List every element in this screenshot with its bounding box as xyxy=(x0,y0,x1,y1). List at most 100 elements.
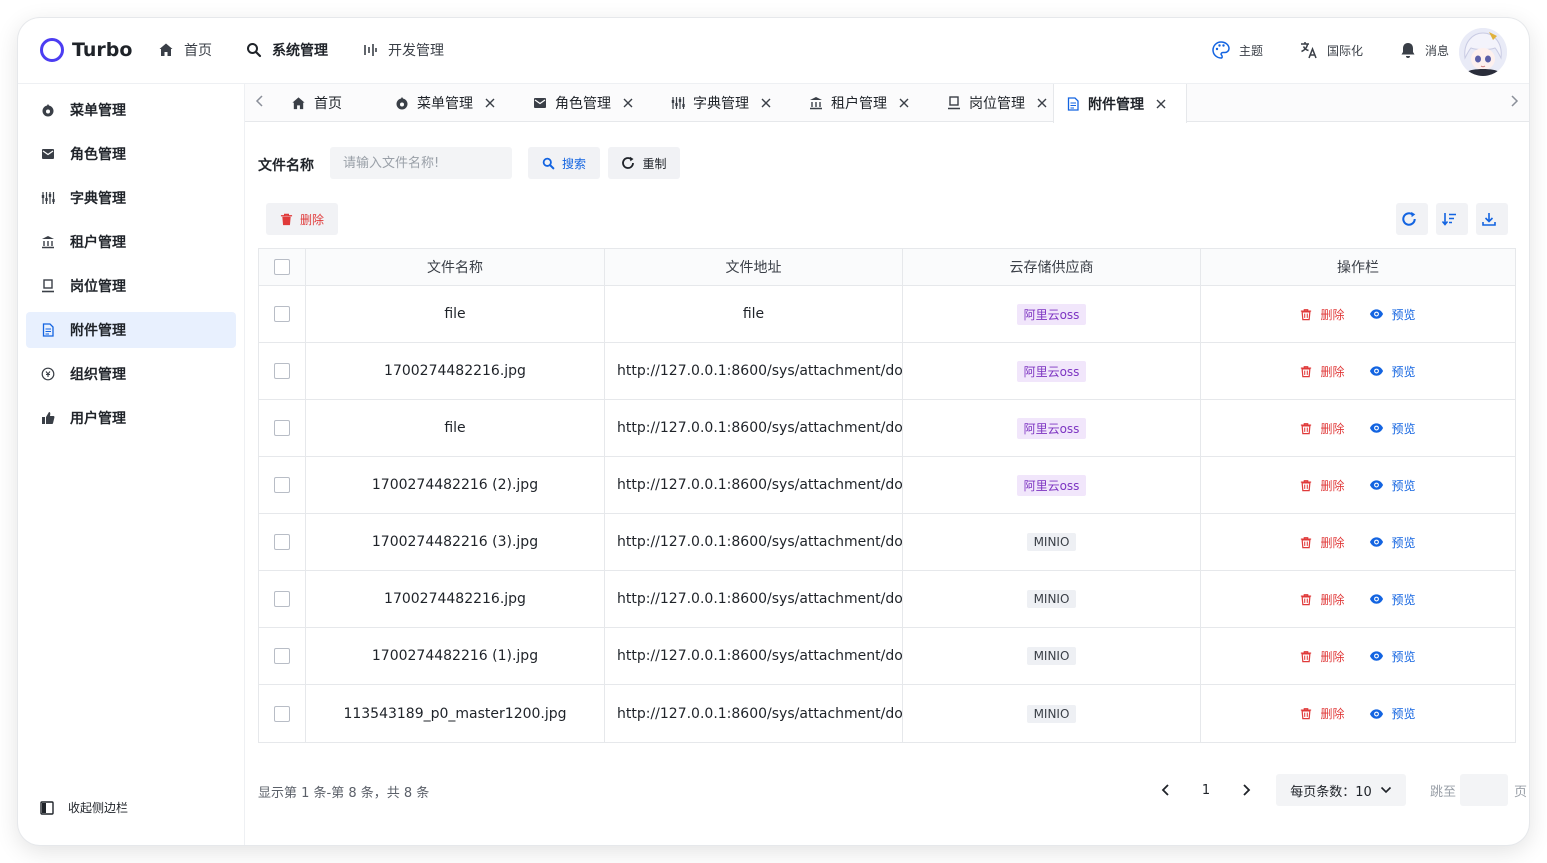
sidebar-item-user[interactable]: 用户管理 xyxy=(26,400,236,436)
trash-icon xyxy=(280,213,293,225)
row-preview-label: 预览 xyxy=(1391,592,1416,607)
jump-page-input[interactable] xyxy=(1460,774,1509,806)
row-checkbox[interactable] xyxy=(274,591,290,607)
file-name-cell: 1700274482216 (3).jpg xyxy=(306,514,605,570)
pagination: 1 每页条数：10 跳至 页 xyxy=(1150,774,1527,806)
sidebar-item-role[interactable]: 角色管理 xyxy=(26,136,236,172)
search-button[interactable]: 搜索 xyxy=(528,147,600,179)
tab-close-button[interactable] xyxy=(1156,99,1174,109)
provider-tag: MINIO xyxy=(1026,704,1077,723)
row-delete-button[interactable]: 删除 xyxy=(1300,477,1345,494)
logo-ring-icon xyxy=(40,38,64,62)
file-icon xyxy=(42,323,54,337)
sidebar-item-label: 租户管理 xyxy=(70,235,126,251)
home-icon xyxy=(159,43,173,56)
topnav-home[interactable]: 首页 xyxy=(158,40,212,60)
mail-icon xyxy=(534,98,546,108)
table-row: file http://127.0.0.1:8600/sys/attachmen… xyxy=(259,400,1515,457)
sidebar-item-tenant[interactable]: 租户管理 xyxy=(26,224,236,260)
row-preview-button[interactable]: 预览 xyxy=(1369,705,1416,722)
topnav-dev[interactable]: 开发管理 xyxy=(362,40,444,60)
close-icon xyxy=(1156,99,1166,108)
row-checkbox[interactable] xyxy=(274,306,290,322)
home-icon xyxy=(292,96,305,109)
tabs-scroll-right[interactable] xyxy=(1509,94,1519,112)
column-header: 云存储供应商 xyxy=(903,249,1201,285)
trash-icon xyxy=(1301,536,1312,548)
close-icon xyxy=(899,98,909,108)
reset-button[interactable]: 重制 xyxy=(608,147,680,179)
file-name-cell: 1700274482216.jpg xyxy=(306,571,605,627)
tab-home[interactable]: 首页 xyxy=(279,84,354,122)
row-preview-label: 预览 xyxy=(1391,707,1416,721)
row-delete-label: 删除 xyxy=(1320,535,1345,550)
sidebar-item-dict[interactable]: 字典管理 xyxy=(26,180,236,216)
sidebar-item-label: 组织管理 xyxy=(70,367,126,383)
tab-close-button[interactable] xyxy=(485,98,503,108)
row-checkbox[interactable] xyxy=(274,648,290,664)
tabs-scroll-left[interactable] xyxy=(255,94,265,112)
next-page-button[interactable] xyxy=(1230,783,1262,797)
row-preview-button[interactable]: 预览 xyxy=(1369,648,1416,665)
row-preview-button[interactable]: 预览 xyxy=(1369,534,1416,551)
sort-button[interactable] xyxy=(1436,203,1468,235)
file-url-cell: http://127.0.0.1:8600/sys/attachment/do.… xyxy=(605,457,903,513)
row-delete-label: 删除 xyxy=(1320,421,1345,436)
current-page[interactable]: 1 xyxy=(1182,783,1230,798)
filename-search-input[interactable] xyxy=(330,147,512,179)
sidebar-item-attachment[interactable]: 附件管理 xyxy=(26,312,236,348)
page-size-select[interactable]: 每页条数：10 xyxy=(1276,774,1406,806)
row-checkbox[interactable] xyxy=(274,420,290,436)
tab-label: 附件管理 xyxy=(1088,96,1144,113)
i18n-button[interactable]: 国际化 xyxy=(1299,40,1363,60)
collapse-sidebar-button[interactable]: 收起侧边栏 xyxy=(40,799,128,816)
messages-button[interactable]: 消息 xyxy=(1399,40,1449,60)
row-checkbox[interactable] xyxy=(274,477,290,493)
tab-attachment[interactable]: 附件管理 xyxy=(1053,84,1187,123)
file-name-cell: file xyxy=(306,400,605,456)
top-nav: 首页 系统管理 开发管理 xyxy=(158,40,478,60)
tab-role[interactable]: 角色管理 xyxy=(521,84,653,122)
theme-button[interactable]: 主题 xyxy=(1211,40,1263,60)
row-preview-button[interactable]: 预览 xyxy=(1369,591,1416,608)
tab-close-button[interactable] xyxy=(623,98,641,108)
row-delete-button[interactable]: 删除 xyxy=(1300,648,1345,665)
prev-page-button[interactable] xyxy=(1150,783,1182,797)
batch-delete-button[interactable]: 删除 xyxy=(266,203,338,235)
eye-icon xyxy=(1369,423,1383,433)
tab-dict[interactable]: 字典管理 xyxy=(659,84,791,122)
row-delete-button[interactable]: 删除 xyxy=(1300,591,1345,608)
app-name: Turbo xyxy=(72,39,133,61)
row-delete-button[interactable]: 删除 xyxy=(1300,420,1345,437)
tab-tenant[interactable]: 租户管理 xyxy=(797,84,929,122)
row-preview-button[interactable]: 预览 xyxy=(1369,306,1416,323)
topnav-system[interactable]: 系统管理 xyxy=(246,40,328,60)
row-delete-button[interactable]: 删除 xyxy=(1300,306,1345,323)
row-preview-button[interactable]: 预览 xyxy=(1369,420,1416,437)
tab-close-button[interactable] xyxy=(899,98,917,108)
select-all-checkbox[interactable] xyxy=(274,259,290,275)
provider-tag: 阿里云oss xyxy=(1016,360,1087,382)
row-checkbox[interactable] xyxy=(274,363,290,379)
row-delete-button[interactable]: 删除 xyxy=(1300,705,1345,722)
tab-post[interactable]: 岗位管理 xyxy=(935,84,1067,122)
row-preview-button[interactable]: 预览 xyxy=(1369,477,1416,494)
tab-menu[interactable]: 菜单管理 xyxy=(383,84,515,122)
attachment-table: 文件名称 文件地址 云存储供应商 操作栏 file file 阿里云oss 删除… xyxy=(258,248,1516,743)
row-preview-button[interactable]: 预览 xyxy=(1369,363,1416,380)
bank-icon xyxy=(810,97,822,110)
app-logo[interactable]: Turbo xyxy=(40,38,132,62)
avatar[interactable] xyxy=(1459,28,1507,76)
export-button[interactable] xyxy=(1476,203,1508,235)
trash-icon xyxy=(1301,308,1312,320)
row-checkbox[interactable] xyxy=(274,534,290,550)
sidebar-item-post[interactable]: 岗位管理 xyxy=(26,268,236,304)
tab-close-button[interactable] xyxy=(761,98,779,108)
sidebar-item-org[interactable]: 组织管理 xyxy=(26,356,236,392)
row-delete-button[interactable]: 删除 xyxy=(1300,534,1345,551)
sidebar-item-menu[interactable]: 菜单管理 xyxy=(26,92,236,128)
refresh-icon xyxy=(622,156,635,169)
row-checkbox[interactable] xyxy=(274,705,290,722)
row-delete-button[interactable]: 删除 xyxy=(1300,363,1345,380)
refresh-table-button[interactable] xyxy=(1396,203,1428,235)
